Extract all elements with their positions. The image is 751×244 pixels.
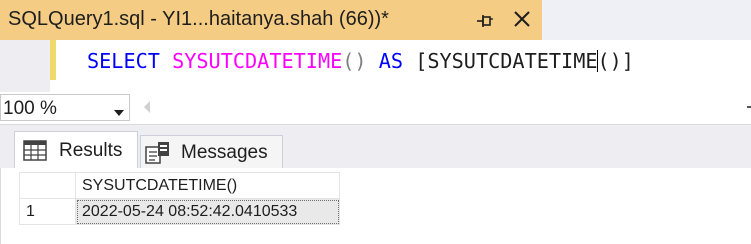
scroll-right-indicator[interactable] [747, 106, 751, 108]
tab-strip-background [542, 0, 751, 40]
code-line[interactable]: SELECT SYSUTCDATETIME() AS [SYSUTCDATETI… [87, 49, 634, 73]
grid-icon [23, 140, 47, 162]
grid-cell[interactable]: 2022-05-24 08:52:42.0410533 [75, 198, 340, 225]
keyword-select: SELECT [87, 49, 160, 73]
editor-margin [0, 40, 50, 92]
zoom-dropdown[interactable]: 100 % [0, 94, 130, 121]
alias-open: [SYSUTCDATETIME [415, 49, 598, 73]
tab-messages-label: Messages [181, 142, 268, 163]
function-name: SYSUTCDATETIME [172, 49, 343, 73]
table-row: 1 2022-05-24 08:52:42.0410533 [19, 198, 340, 225]
query-editor[interactable]: SELECT SYSUTCDATETIME() AS [SYSUTCDATETI… [0, 40, 751, 92]
zoom-bar: 100 % [0, 92, 751, 124]
alias-close: ()] [597, 49, 634, 73]
tab-results-label: Results [59, 140, 123, 161]
pin-icon[interactable] [475, 11, 495, 31]
zoom-value: 100 % [3, 98, 57, 119]
results-grid-area: SYSUTCDATETIME() 1 2022-05-24 08:52:42.0… [0, 168, 751, 244]
tab-results[interactable]: Results [14, 131, 138, 169]
results-grid: SYSUTCDATETIME() 1 2022-05-24 08:52:42.0… [19, 172, 340, 225]
function-parens: () [342, 49, 367, 73]
document-tab-title: SQLQuery1.sql - YI1...haitanya.shah (66)… [8, 8, 389, 30]
close-icon[interactable] [512, 9, 532, 29]
column-header[interactable]: SYSUTCDATETIME() [75, 172, 340, 199]
scroll-left-icon[interactable] [143, 100, 151, 114]
messages-icon [145, 141, 169, 164]
grid-corner[interactable] [19, 172, 76, 199]
results-tab-strip: Results Messages [0, 124, 751, 169]
tab-messages[interactable]: Messages [140, 135, 283, 169]
document-tab[interactable]: SQLQuery1.sql - YI1...haitanya.shah (66)… [0, 0, 542, 40]
row-number[interactable]: 1 [19, 198, 76, 225]
keyword-as: AS [378, 49, 404, 73]
change-indicator [50, 40, 56, 80]
grid-header-row: SYSUTCDATETIME() [19, 172, 340, 199]
chevron-down-icon[interactable] [113, 104, 125, 116]
